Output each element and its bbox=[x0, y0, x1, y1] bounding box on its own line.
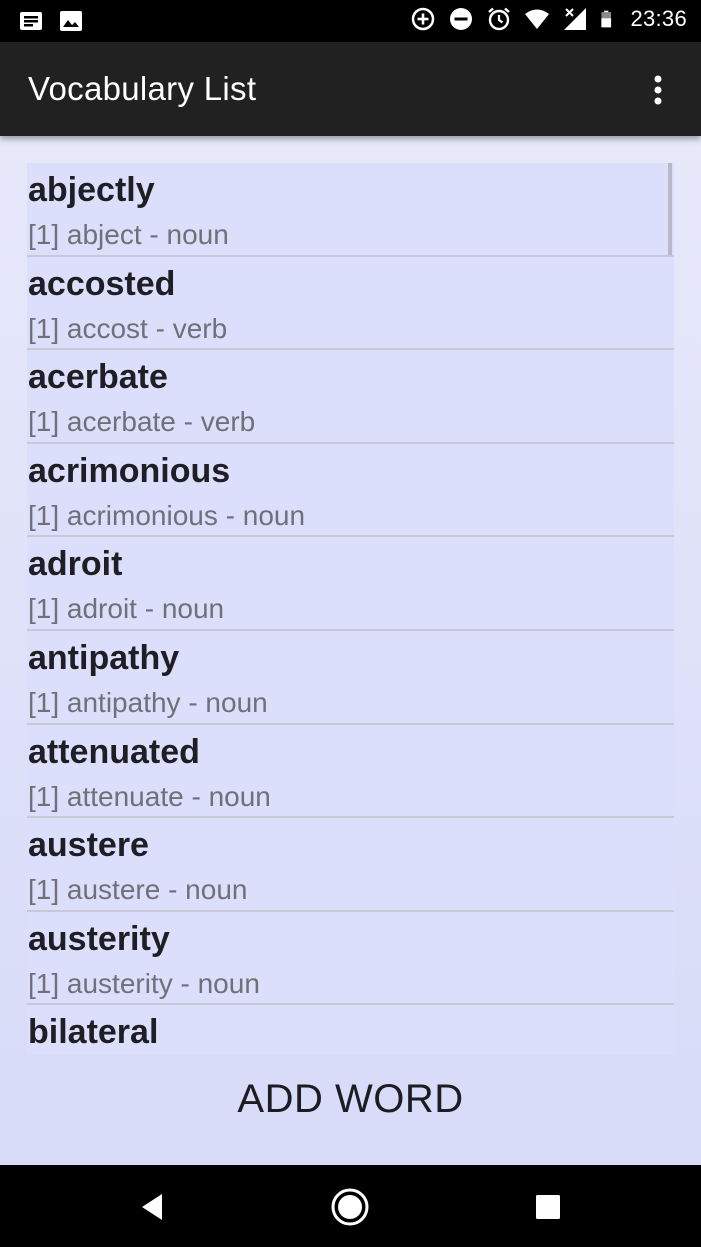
word-title: adroit bbox=[28, 545, 123, 584]
word-detail: [1] antipathy - noun bbox=[28, 686, 268, 718]
navigation-bar bbox=[0, 1165, 701, 1247]
status-bar: 23:36 bbox=[0, 0, 701, 42]
list-item[interactable]: bilateral bbox=[27, 1005, 674, 1055]
list-item[interactable]: accosted [1] accost - verb bbox=[27, 257, 674, 351]
back-icon bbox=[142, 1194, 162, 1220]
content-area: abjectly [1] abject - noun accosted [1] … bbox=[0, 136, 701, 1165]
word-detail: [1] adroit - noun bbox=[28, 593, 225, 625]
word-detail: [1] acerbate - verb bbox=[28, 406, 256, 438]
wifi-icon bbox=[525, 9, 550, 29]
list-item[interactable]: austere [1] austere - noun bbox=[27, 818, 674, 912]
word-title: acrimonious bbox=[28, 451, 231, 490]
back-button[interactable] bbox=[130, 1185, 174, 1229]
word-title: abjectly bbox=[28, 171, 155, 209]
list-item[interactable]: adroit [1] adroit - noun bbox=[27, 537, 674, 631]
list-item[interactable]: antipathy [1] antipathy - noun bbox=[27, 631, 674, 725]
word-title: acerbate bbox=[28, 358, 168, 397]
list-item[interactable]: austerity [1] austerity - noun bbox=[27, 912, 674, 1006]
word-detail: [1] abject - noun bbox=[28, 219, 229, 250]
list-item[interactable]: attenuated [1] attenuate - noun bbox=[27, 725, 674, 819]
alarm-icon bbox=[488, 7, 511, 31]
list-item[interactable]: abjectly [1] abject - noun bbox=[27, 163, 674, 257]
word-title: accosted bbox=[28, 264, 176, 303]
page-title: Vocabulary List bbox=[28, 70, 257, 107]
app-bar: Vocabulary List bbox=[0, 42, 701, 136]
home-button[interactable] bbox=[328, 1185, 372, 1229]
word-detail: [1] acrimonious - noun bbox=[28, 499, 306, 531]
word-title: austere bbox=[28, 826, 149, 865]
word-title: antipathy bbox=[28, 638, 180, 677]
word-list[interactable]: abjectly [1] abject - noun accosted [1] … bbox=[27, 163, 674, 1055]
recents-button[interactable] bbox=[526, 1185, 570, 1229]
word-detail: [1] accost - verb bbox=[28, 312, 228, 344]
home-icon bbox=[331, 1188, 369, 1226]
more-vert-icon bbox=[654, 75, 662, 105]
battery-icon bbox=[601, 10, 612, 28]
overflow-menu-button[interactable] bbox=[635, 70, 681, 110]
word-title: austerity bbox=[28, 919, 170, 958]
status-time: 23:36 bbox=[630, 6, 687, 31]
list-item[interactable]: acerbate [1] acerbate - verb bbox=[27, 350, 674, 444]
recents-icon bbox=[536, 1195, 560, 1219]
word-title: bilateral bbox=[28, 1013, 159, 1052]
word-title: attenuated bbox=[28, 732, 200, 771]
word-detail: [1] austere - noun bbox=[28, 874, 248, 906]
image-icon bbox=[60, 11, 82, 31]
notification-icon bbox=[20, 12, 42, 30]
word-detail: [1] austerity - noun bbox=[28, 967, 260, 999]
scrollbar[interactable] bbox=[668, 163, 672, 255]
do-not-disturb-icon bbox=[450, 8, 473, 30]
word-detail: [1] attenuate - noun bbox=[28, 780, 271, 812]
data-saver-icon bbox=[412, 7, 435, 31]
list-item[interactable]: acrimonious [1] acrimonious - noun bbox=[27, 444, 674, 538]
signal-icon bbox=[564, 8, 587, 30]
add-word-button[interactable]: ADD WORD bbox=[27, 1066, 674, 1132]
